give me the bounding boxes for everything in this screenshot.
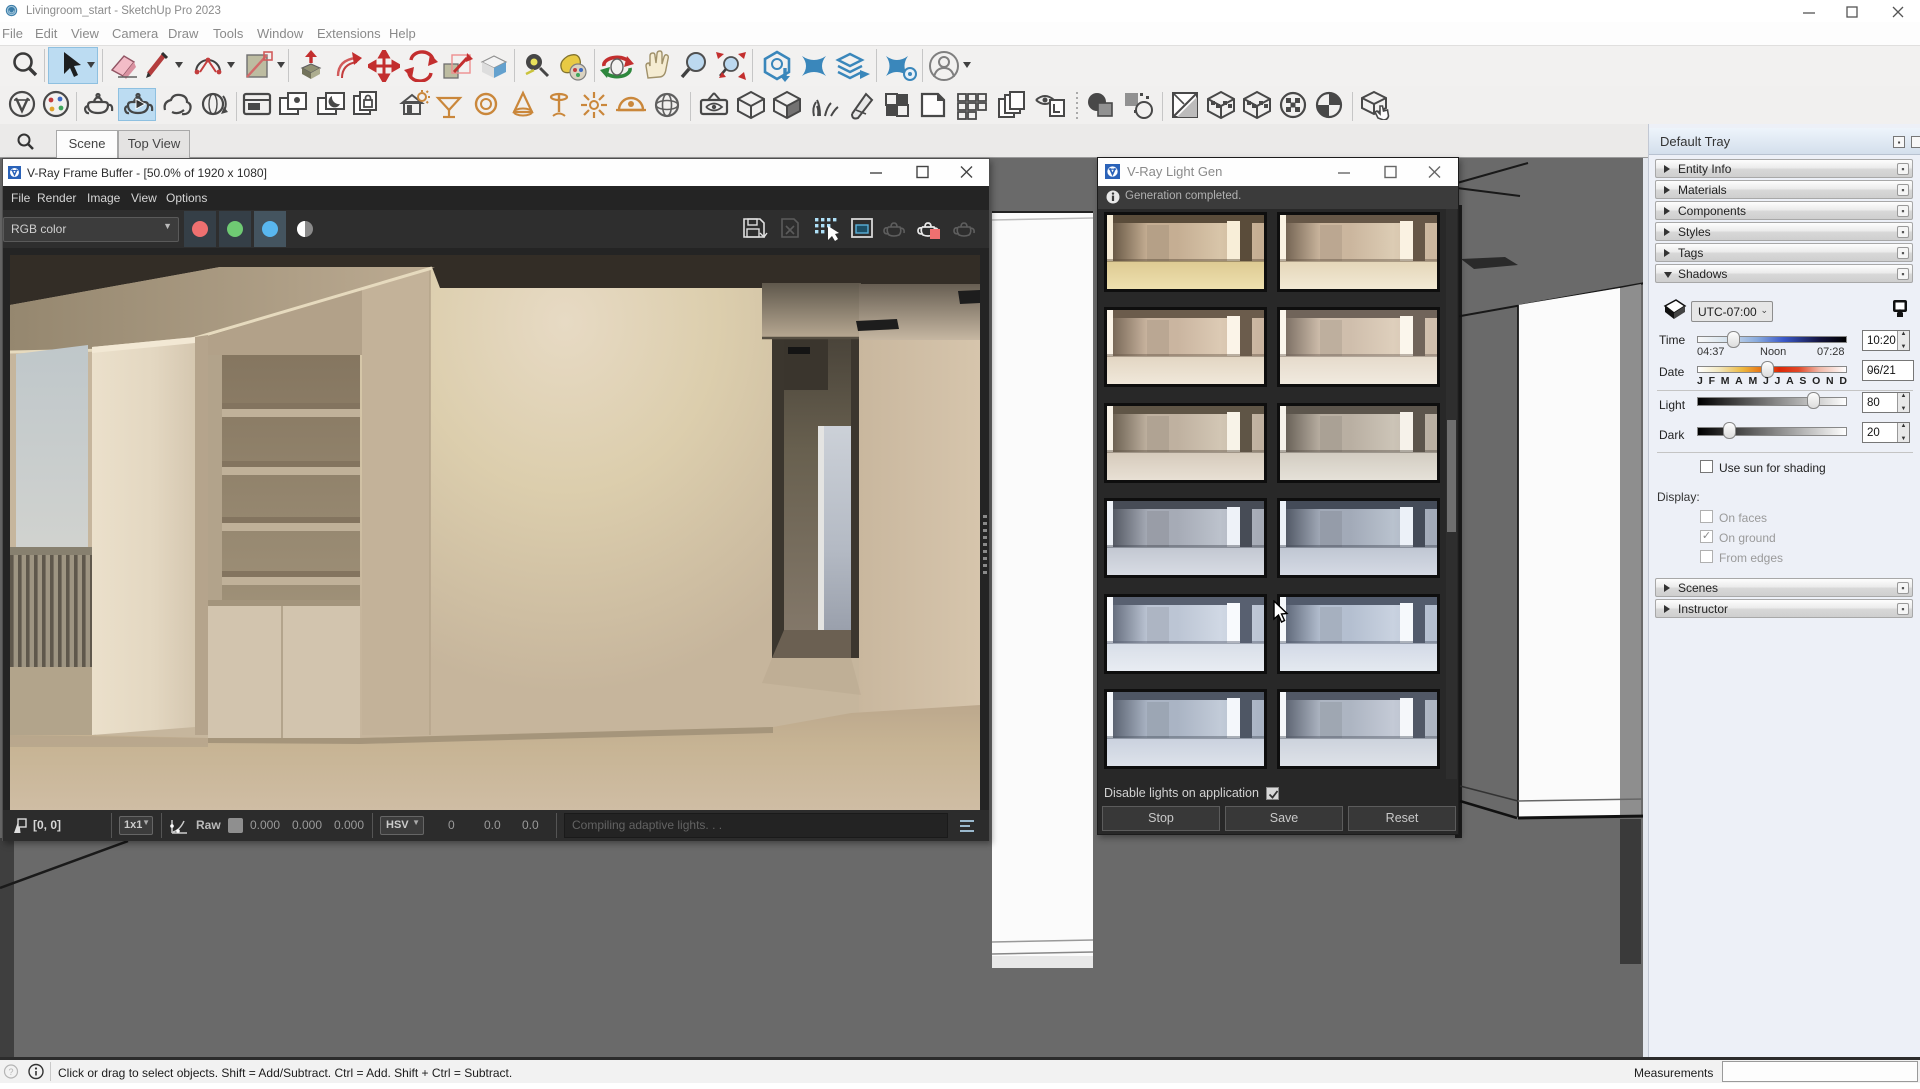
svg-text:?: ? — [8, 1067, 13, 1077]
